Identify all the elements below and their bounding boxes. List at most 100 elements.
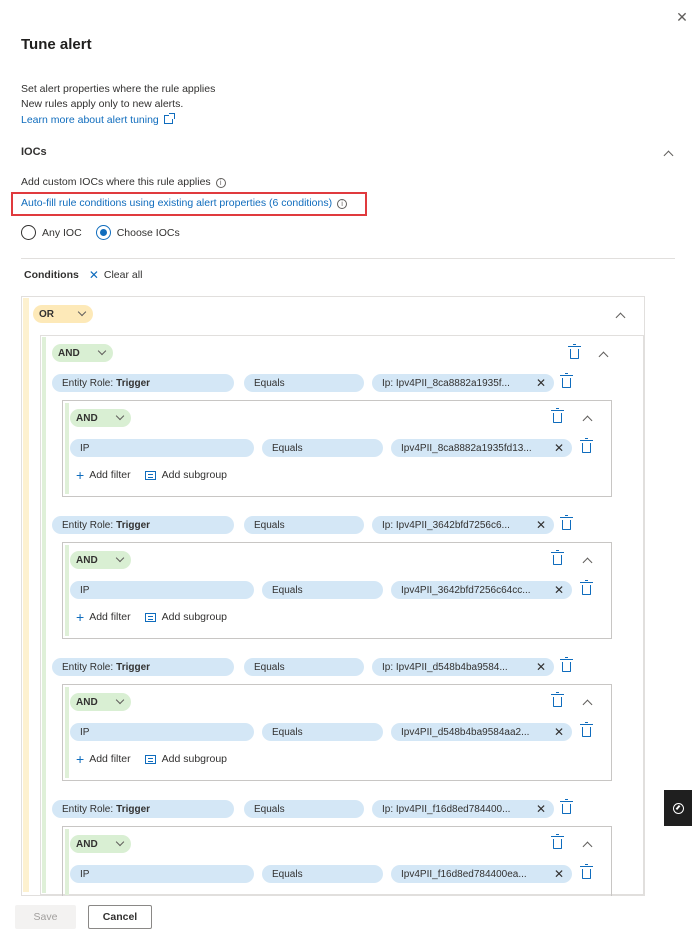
or-operator-dropdown[interactable]: OR xyxy=(33,305,93,323)
add-subgroup-button[interactable]: Add subgroup xyxy=(162,753,227,765)
autofill-link[interactable]: Auto-fill rule conditions using existing… xyxy=(21,197,332,209)
chevron-up-icon xyxy=(598,351,609,362)
remove-value-icon[interactable]: ✕ xyxy=(528,800,554,818)
remove-sub-value-icon[interactable]: ✕ xyxy=(546,439,572,457)
clear-all-button[interactable]: Clear all xyxy=(104,269,143,281)
clear-all-icon[interactable]: ✕ xyxy=(89,268,99,282)
feedback-tab[interactable] xyxy=(664,790,692,826)
delete-sub-condition-icon[interactable] xyxy=(580,864,593,879)
sub-and-operator-dropdown[interactable]: AND xyxy=(70,551,131,569)
and-group-collapse[interactable] xyxy=(598,351,609,363)
conditions-label: Conditions xyxy=(24,269,79,281)
entity-role-value: Trigger xyxy=(116,377,151,389)
entity-role-field[interactable]: Entity Role: Trigger xyxy=(52,800,234,818)
add-filter-button[interactable]: Add filter xyxy=(89,753,130,765)
remove-sub-value-icon[interactable]: ✕ xyxy=(546,865,572,883)
sub-value-field[interactable]: Ipv4PII_f16d8ed784400ea... xyxy=(391,865,546,883)
remove-value-icon[interactable]: ✕ xyxy=(528,516,554,534)
delete-condition-icon[interactable] xyxy=(560,515,573,530)
entity-role-field[interactable]: Entity Role: Trigger xyxy=(52,658,234,676)
subgroup-stripe xyxy=(65,403,69,494)
entity-role-label: Entity Role: xyxy=(62,661,114,673)
iocs-collapse-chevron[interactable] xyxy=(663,150,674,162)
and-operator-label: AND xyxy=(58,347,80,359)
remove-sub-value-icon[interactable]: ✕ xyxy=(546,723,572,741)
delete-condition-icon[interactable] xyxy=(560,799,573,814)
sub-value-field[interactable]: Ipv4PII_3642bfd7256c64cc... xyxy=(391,581,546,599)
or-group-collapse[interactable] xyxy=(615,312,626,324)
delete-subgroup-icon[interactable] xyxy=(551,834,564,849)
add-actions-row: + Add filter Add subgroup xyxy=(76,468,227,482)
sub-and-operator-dropdown[interactable]: AND xyxy=(70,409,131,427)
chevron-up-icon xyxy=(582,557,593,568)
entity-role-value: Trigger xyxy=(116,661,151,673)
chevron-down-icon xyxy=(115,411,125,421)
delete-subgroup-icon[interactable] xyxy=(551,550,564,565)
operator-field[interactable]: Equals xyxy=(244,516,364,534)
subgroup-icon xyxy=(144,612,156,622)
learn-more-row: Learn more about alert tuning xyxy=(21,113,175,126)
info-icon[interactable]: i xyxy=(215,178,226,188)
add-filter-button[interactable]: Add filter xyxy=(89,469,130,481)
learn-more-link[interactable]: Learn more about alert tuning xyxy=(21,114,159,126)
delete-and-group-icon[interactable] xyxy=(568,344,581,359)
value-field[interactable]: Ip: Ipv4PII_f16d8ed784400... xyxy=(372,800,528,818)
sub-operator-field[interactable]: Equals xyxy=(262,439,383,457)
sub-operator-field[interactable]: Equals xyxy=(262,723,383,741)
sub-field[interactable]: IP xyxy=(70,439,254,457)
operator-field[interactable]: Equals xyxy=(244,658,364,676)
entity-role-label: Entity Role: xyxy=(62,519,114,531)
autofill-info-icon[interactable]: i xyxy=(337,199,348,209)
cancel-button[interactable]: Cancel xyxy=(88,905,152,929)
choose-iocs-radio[interactable] xyxy=(95,225,111,240)
remove-value-icon[interactable]: ✕ xyxy=(528,374,554,392)
sub-field[interactable]: IP xyxy=(70,865,254,883)
remove-sub-value-icon[interactable]: ✕ xyxy=(546,581,572,599)
delete-subgroup-icon[interactable] xyxy=(551,692,564,707)
value-field[interactable]: Ip: Ipv4PII_8ca8882a1935f... xyxy=(372,374,528,392)
delete-sub-condition-icon[interactable] xyxy=(580,438,593,453)
value-field[interactable]: Ip: Ipv4PII_3642bfd7256c6... xyxy=(372,516,528,534)
add-subgroup-button[interactable]: Add subgroup xyxy=(162,469,227,481)
close-icon[interactable]: ✕ xyxy=(673,8,691,26)
delete-sub-condition-icon[interactable] xyxy=(580,580,593,595)
sub-field[interactable]: IP xyxy=(70,581,254,599)
add-filter-button[interactable]: Add filter xyxy=(89,611,130,623)
chevron-up-icon xyxy=(615,312,626,323)
sub-and-operator-dropdown[interactable]: AND xyxy=(70,693,131,711)
entity-role-label: Entity Role: xyxy=(62,377,114,389)
and-operator-dropdown[interactable]: AND xyxy=(52,344,113,362)
add-subgroup-button[interactable]: Add subgroup xyxy=(162,611,227,623)
subgroup-collapse[interactable] xyxy=(582,557,593,569)
value-field[interactable]: Ip: Ipv4PII_d548b4ba9584... xyxy=(372,658,528,676)
operator-field[interactable]: Equals xyxy=(244,800,364,818)
entity-role-field[interactable]: Entity Role: Trigger xyxy=(52,516,234,534)
iocs-section-title: IOCs xyxy=(21,146,47,158)
subgroup-collapse[interactable] xyxy=(582,699,593,711)
subgroup-collapse[interactable] xyxy=(582,841,593,853)
entity-role-value: Trigger xyxy=(116,519,151,531)
sub-value-field[interactable]: Ipv4PII_d548b4ba9584aa2... xyxy=(391,723,546,741)
panel-title: Tune alert xyxy=(21,36,92,53)
sub-and-operator-dropdown[interactable]: AND xyxy=(70,835,131,853)
subgroup-collapse[interactable] xyxy=(582,415,593,427)
add-actions-row: + Add filter Add subgroup xyxy=(76,752,227,766)
add-actions-row: + Add filter Add subgroup xyxy=(76,610,227,624)
sub-operator-field[interactable]: Equals xyxy=(262,865,383,883)
and-group-stripe xyxy=(42,337,46,893)
delete-condition-icon[interactable] xyxy=(560,373,573,388)
external-link-icon xyxy=(163,113,175,124)
sub-field[interactable]: IP xyxy=(70,723,254,741)
delete-condition-icon[interactable] xyxy=(560,657,573,672)
delete-sub-condition-icon[interactable] xyxy=(580,722,593,737)
save-button[interactable]: Save xyxy=(15,905,76,929)
any-ioc-radio[interactable] xyxy=(21,225,36,240)
operator-field[interactable]: Equals xyxy=(244,374,364,392)
remove-value-icon[interactable]: ✕ xyxy=(528,658,554,676)
entity-role-field[interactable]: Entity Role: Trigger xyxy=(52,374,234,392)
delete-subgroup-icon[interactable] xyxy=(551,408,564,423)
sub-operator-field[interactable]: Equals xyxy=(262,581,383,599)
or-operator-label: OR xyxy=(39,308,54,320)
chevron-up-icon xyxy=(582,699,593,710)
sub-value-field[interactable]: Ipv4PII_8ca8882a1935fd13... xyxy=(391,439,546,457)
